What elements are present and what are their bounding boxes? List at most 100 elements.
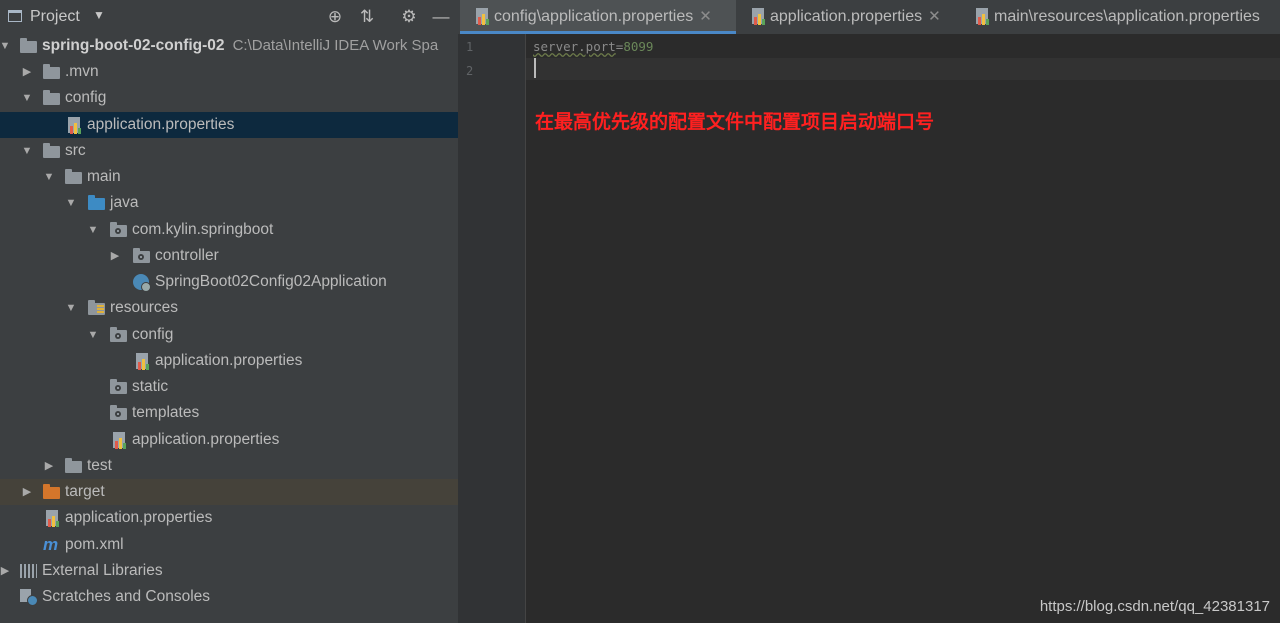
chevron-down-icon[interactable]: ▼ bbox=[20, 138, 34, 164]
package-icon bbox=[133, 248, 150, 263]
tree-item-label: test bbox=[87, 457, 112, 474]
tab-main-resources-application-properties[interactable]: main\resources\application.properties bbox=[960, 0, 1280, 34]
chevron-down-icon[interactable]: ▼ bbox=[93, 8, 105, 22]
tree-item-resources-config-application-properties[interactable]: application.properties bbox=[0, 348, 458, 374]
chevron-down-icon[interactable]: ▼ bbox=[0, 33, 12, 59]
tree-item-application-class[interactable]: SpringBoot02Config02Application bbox=[0, 269, 458, 295]
text-caret bbox=[534, 58, 536, 78]
tree-item-resources[interactable]: ▼ resources bbox=[0, 295, 458, 321]
tree-item-label: com.kylin.springboot bbox=[132, 221, 274, 238]
chevron-down-icon[interactable]: ▼ bbox=[86, 322, 100, 348]
tree-item-label: java bbox=[110, 194, 139, 211]
tree-item-label: .mvn bbox=[65, 63, 99, 80]
folder-icon bbox=[65, 169, 82, 184]
chevron-down-icon[interactable]: ▼ bbox=[86, 217, 100, 243]
chevron-down-icon[interactable]: ▼ bbox=[20, 85, 34, 111]
tree-item-label: main bbox=[87, 168, 121, 185]
tree-item-resources-application-properties[interactable]: application.properties bbox=[0, 427, 458, 453]
package-icon bbox=[110, 379, 127, 394]
line-number: 2 bbox=[466, 64, 474, 78]
folder-icon bbox=[43, 64, 60, 79]
package-icon bbox=[110, 327, 127, 342]
tree-item-label: target bbox=[65, 483, 105, 500]
excluded-folder-icon bbox=[43, 484, 60, 499]
tree-item-test[interactable]: ▶ test bbox=[0, 453, 458, 479]
project-view-title[interactable]: Project bbox=[30, 8, 80, 26]
tree-item-templates[interactable]: templates bbox=[0, 400, 458, 426]
project-window-icon bbox=[8, 10, 22, 22]
chevron-right-icon[interactable]: ▶ bbox=[20, 479, 34, 505]
tree-item-config-application-properties[interactable]: application.properties bbox=[0, 112, 458, 138]
tree-item-label: config bbox=[65, 89, 107, 106]
tree-item-label: resources bbox=[110, 299, 179, 316]
tree-item-package[interactable]: ▼ com.kylin.springboot bbox=[0, 217, 458, 243]
resources-folder-icon bbox=[88, 300, 105, 315]
annotation-text: 在最高优先级的配置文件中配置项目启动端口号 bbox=[535, 112, 935, 133]
chevron-down-icon[interactable]: ▼ bbox=[64, 295, 78, 321]
tree-item-label: Scratches and Consoles bbox=[42, 588, 211, 605]
locate-icon[interactable]: ⊕ bbox=[324, 6, 346, 28]
tree-item-controller[interactable]: ▶ controller bbox=[0, 243, 458, 269]
tree-item-target[interactable]: ▶ target bbox=[0, 479, 458, 505]
editor-tab-bar: config\application.properties ✕ applicati… bbox=[458, 0, 1280, 35]
tab-application-properties[interactable]: application.properties ✕ bbox=[736, 0, 958, 34]
maven-icon: m bbox=[43, 535, 59, 554]
properties-file-icon bbox=[750, 8, 766, 26]
gear-icon[interactable]: ⚙ bbox=[398, 6, 420, 28]
tree-item-label: SpringBoot02Config02Application bbox=[155, 273, 387, 290]
tree-item-root[interactable]: ▼ spring-boot-02-config-02 C:\Data\Intell… bbox=[0, 33, 458, 59]
project-header: Project ▼ ⊕ ⇅ ⚙ — bbox=[0, 0, 458, 34]
chevron-right-icon[interactable]: ▶ bbox=[0, 558, 12, 584]
tree-item-label: templates bbox=[132, 404, 200, 421]
collapse-all-icon[interactable]: ⇅ bbox=[356, 6, 378, 28]
tree-item-label: External Libraries bbox=[42, 562, 163, 579]
folder-icon bbox=[65, 458, 82, 473]
hide-icon[interactable]: — bbox=[430, 6, 452, 28]
folder-icon bbox=[43, 90, 60, 105]
tree-item-src[interactable]: ▼ src bbox=[0, 138, 458, 164]
tree-item-scratches[interactable]: Scratches and Consoles bbox=[0, 584, 458, 610]
tree-item-main[interactable]: ▼ main bbox=[0, 164, 458, 190]
chevron-right-icon[interactable]: ▶ bbox=[20, 59, 34, 85]
library-icon bbox=[20, 564, 37, 578]
code-line-1: server.port=8099 bbox=[533, 39, 653, 54]
line-number: 1 bbox=[466, 40, 474, 54]
property-value: 8099 bbox=[623, 39, 654, 54]
source-folder-icon bbox=[88, 195, 105, 210]
chevron-down-icon[interactable]: ▼ bbox=[64, 190, 78, 216]
tab-label: config\application.properties ✕ bbox=[494, 0, 712, 34]
code-editor[interactable]: server.port=8099 在最高优先级的配置文件中配置项目启动端口号 h… bbox=[526, 34, 1280, 623]
tree-item-static[interactable]: static bbox=[0, 374, 458, 400]
module-folder-icon bbox=[20, 38, 37, 53]
editor-gutter[interactable]: 1 2 bbox=[458, 34, 526, 623]
tree-item-root-application-properties[interactable]: application.properties bbox=[0, 505, 458, 531]
tab-title: application.properties bbox=[770, 8, 923, 25]
tree-item-config[interactable]: ▼ config bbox=[0, 85, 458, 111]
tree-item-resources-config[interactable]: ▼ config bbox=[0, 322, 458, 348]
tab-title: config\application.properties bbox=[494, 8, 694, 25]
tree-item-label: spring-boot-02-config-02 C:\Data\IntelliJ… bbox=[42, 33, 438, 59]
tree-item-java[interactable]: ▼ java bbox=[0, 190, 458, 216]
tree-item-pom[interactable]: m pom.xml bbox=[0, 532, 458, 558]
tree-item-label: static bbox=[132, 378, 169, 395]
properties-file-icon bbox=[474, 8, 490, 26]
properties-file-icon bbox=[134, 353, 150, 371]
properties-file-icon bbox=[111, 432, 127, 450]
close-icon[interactable]: ✕ bbox=[699, 8, 712, 25]
property-key: server.port bbox=[533, 39, 616, 54]
package-icon bbox=[110, 222, 127, 237]
tree-item-label: application.properties bbox=[65, 509, 213, 526]
tree-item-external-libraries[interactable]: ▶ External Libraries bbox=[0, 558, 458, 584]
chevron-right-icon[interactable]: ▶ bbox=[42, 453, 56, 479]
chevron-down-icon[interactable]: ▼ bbox=[42, 164, 56, 190]
package-icon bbox=[110, 405, 127, 420]
tab-config-application-properties[interactable]: config\application.properties ✕ bbox=[460, 0, 736, 34]
tree-item-label: application.properties bbox=[87, 116, 235, 133]
properties-file-icon bbox=[974, 8, 990, 26]
tree-item-label: src bbox=[65, 142, 86, 159]
close-icon[interactable]: ✕ bbox=[928, 8, 941, 25]
tree-item-mvn[interactable]: ▶ .mvn bbox=[0, 59, 458, 85]
chevron-right-icon[interactable]: ▶ bbox=[108, 243, 122, 269]
watermark-text: https://blog.csdn.net/qq_42381317 bbox=[1039, 598, 1270, 615]
tree-item-label: pom.xml bbox=[65, 536, 124, 553]
